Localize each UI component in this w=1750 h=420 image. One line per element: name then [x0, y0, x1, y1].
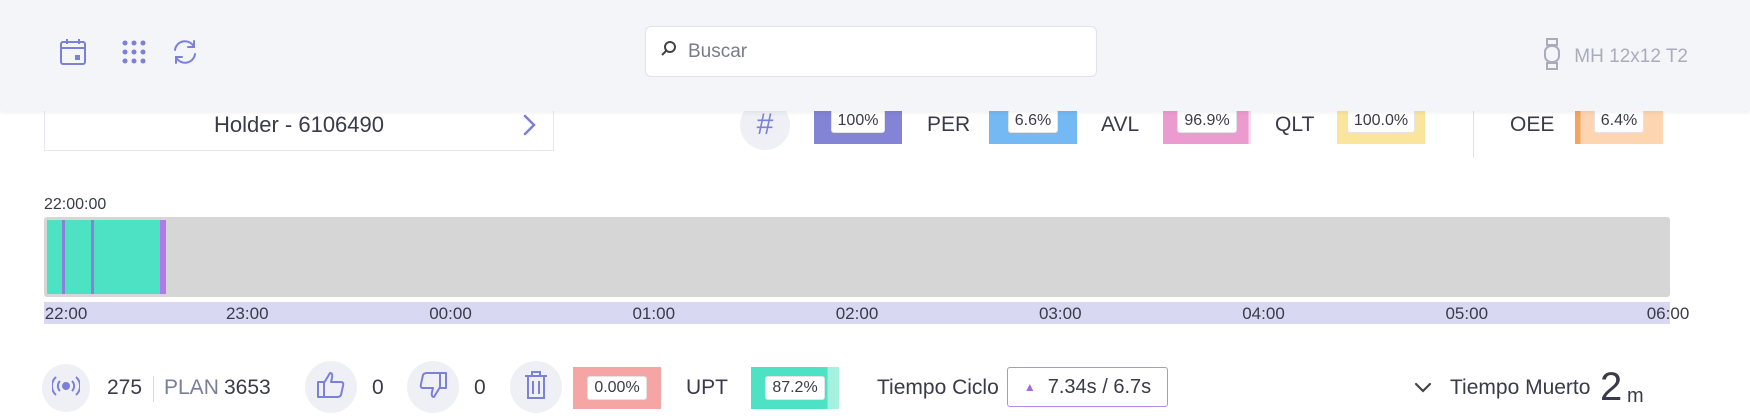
- kpi-qlt-value: 100.0%: [1346, 108, 1416, 133]
- kpi-base-value: 100%: [830, 108, 886, 133]
- thumbs-down-icon: [417, 369, 449, 406]
- search-input[interactable]: [688, 40, 1068, 63]
- cycle-actual: 7.34s: [1047, 375, 1097, 398]
- production-timeline[interactable]: [44, 217, 1670, 297]
- bad-button[interactable]: [407, 361, 459, 413]
- produced-count: 275: [107, 376, 143, 399]
- timeline-tick-label: 02:00: [835, 304, 879, 323]
- timeline-tick-label: 06:00: [1646, 304, 1690, 323]
- timeline-tick-label: 22:00: [44, 304, 88, 323]
- cycle-target: 6.7s: [1113, 375, 1152, 398]
- timeline-start-label: 22:00:00: [44, 196, 107, 213]
- plan-value: 3653: [224, 376, 271, 399]
- search-box[interactable]: [645, 26, 1097, 77]
- cycle-time-label: Tiempo Ciclo: [877, 376, 999, 399]
- search-icon: [660, 40, 678, 63]
- timeline-tick-label: 04:00: [1242, 304, 1285, 323]
- machine-indicator[interactable]: MH 12x12 T2: [1544, 38, 1688, 76]
- delete-button[interactable]: [510, 361, 562, 413]
- cycle-separator: /: [1102, 375, 1108, 398]
- apps-grid-icon[interactable]: [116, 34, 152, 70]
- upt-label: UPT: [686, 376, 728, 399]
- kpi-divider: [1473, 108, 1474, 158]
- hash-symbol: #: [756, 108, 774, 141]
- dead-time-unit: m: [1627, 385, 1644, 407]
- timeline-tick-label: 03:00: [1038, 304, 1082, 323]
- timeline-tick-label: 01:00: [632, 304, 676, 323]
- holder-label: Holder - 6106490: [213, 111, 384, 137]
- kpi-avl-value: 96.9%: [1177, 108, 1237, 133]
- upt-chip: 87.2%: [751, 367, 839, 409]
- triangle-up-icon: ▲: [1023, 380, 1036, 394]
- plan-label: PLAN: [164, 376, 219, 399]
- signal-icon: [50, 372, 82, 405]
- kpi-per-label: PER: [927, 113, 971, 136]
- timeline-marker: [62, 220, 66, 294]
- bad-count: 0: [474, 376, 486, 399]
- timeline-tick-label: 05:00: [1445, 304, 1489, 323]
- trash-icon: [523, 370, 549, 405]
- signal-button[interactable]: [42, 364, 90, 412]
- watch-icon: [1544, 38, 1561, 76]
- calendar-icon[interactable]: [55, 34, 91, 70]
- quality-rate-value: 0.00%: [587, 376, 647, 400]
- timeline-marker: [90, 220, 94, 294]
- dead-time-value: 2: [1600, 365, 1623, 409]
- timeline-end-marker: [159, 220, 166, 294]
- machine-name: MH 12x12 T2: [1574, 46, 1688, 67]
- kpi-oee-value: 6.4%: [1593, 108, 1645, 133]
- timeline-tick-label: 00:00: [429, 304, 472, 323]
- good-button[interactable]: [305, 361, 357, 413]
- thumbs-up-icon: [315, 369, 347, 406]
- chevron-down-icon[interactable]: [1413, 378, 1433, 403]
- kpi-oee-label: OEE: [1510, 113, 1555, 136]
- top-bar: MH 12x12 T2: [0, 0, 1750, 111]
- upt-value: 87.2%: [765, 376, 825, 400]
- kpi-avl-label: AVL: [1101, 113, 1140, 136]
- count-separator: [153, 376, 154, 402]
- good-count: 0: [372, 376, 384, 399]
- kpi-per-value: 6.6%: [1007, 108, 1059, 133]
- cycle-time-box[interactable]: ▲ 7.34s / 6.7s: [1007, 367, 1168, 407]
- dead-time-label: Tiempo Muerto: [1450, 376, 1591, 399]
- chevron-right-icon: [517, 111, 541, 145]
- quality-rate-chip: 0.00%: [573, 367, 661, 409]
- refresh-icon[interactable]: [167, 34, 203, 70]
- timeline-tick-label: 23:00: [225, 304, 269, 323]
- kpi-qlt-label: QLT: [1275, 113, 1315, 136]
